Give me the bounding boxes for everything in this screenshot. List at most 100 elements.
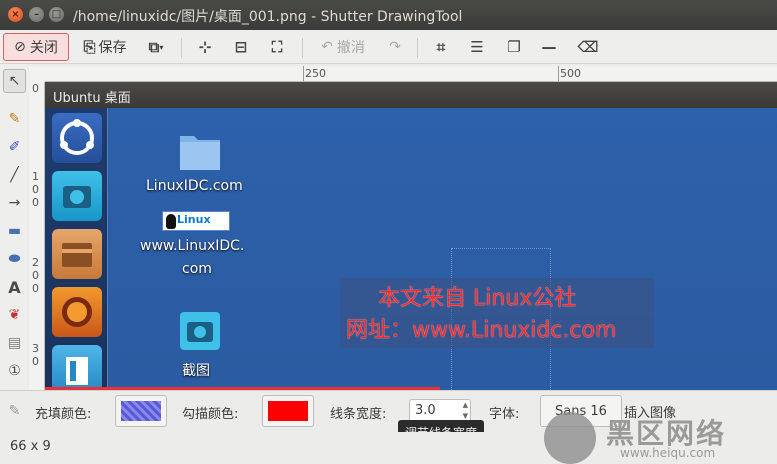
ruler-label: 0 <box>32 269 39 282</box>
ellipse-icon: ⬬ <box>8 251 21 267</box>
text-icon: A <box>8 277 21 297</box>
desktop-icon-label[interactable]: www.LinuxIDC. <box>140 238 244 254</box>
drawing-canvas[interactable]: Ubuntu 桌面 LinuxIDC.com Linux www.LinuxID… <box>45 82 777 390</box>
stroke-color-label: 勾描颜色: <box>182 407 239 422</box>
desktop-icon-label[interactable]: LinuxIDC.com <box>146 178 243 194</box>
highlighter-icon: ✐ <box>8 139 21 155</box>
desktop-title-bar: Ubuntu 桌面 <box>45 82 777 108</box>
ruler-label: 0 <box>32 282 39 295</box>
stroke-color-button[interactable] <box>262 395 314 427</box>
ruler-label: 3 <box>32 342 39 355</box>
pixelate-icon: ▤ <box>7 335 22 351</box>
brand-watermark: 黑区网络 www.heiqu.com <box>540 408 777 464</box>
close-button-label: 关闭 <box>29 40 58 56</box>
window-minimize-button[interactable]: – <box>29 7 44 22</box>
crop-button[interactable]: ⌗ <box>429 33 453 61</box>
save-button[interactable]: ⎘ 保存 <box>75 33 135 61</box>
line-width-value: 3.0 <box>415 403 436 418</box>
zoom-fit-icon: ⛶ <box>271 38 283 56</box>
tux-icon <box>166 214 176 229</box>
line-width-label: 线条宽度: <box>330 407 387 422</box>
ruler-label: 0 <box>32 82 39 95</box>
copy-icon: ❐ <box>507 38 521 56</box>
desktop-area: LinuxIDC.com Linux www.LinuxIDC. com 截图 … <box>108 108 777 390</box>
unity-launcher <box>45 108 108 390</box>
minus-icon: — <box>541 38 557 56</box>
toolbar-separator <box>302 38 303 58</box>
save-icon: ⎘ <box>83 38 96 56</box>
delete-button[interactable]: ⌫ <box>574 33 602 61</box>
censor-tool[interactable]: ❦ <box>3 303 26 327</box>
number-icon: ① <box>8 363 21 379</box>
export-menu-button[interactable]: ⧉ ▾ <box>142 33 170 61</box>
pointer-icon: ↖ <box>8 73 21 89</box>
ruler-tick <box>558 66 559 81</box>
font-label: 字体: <box>489 407 520 422</box>
watermark-box: 本文来自 Linux公社 网址：www.Linuxidc.com <box>340 278 654 348</box>
ruler-label: 2 <box>32 256 39 269</box>
camera-icon <box>180 312 220 350</box>
ruler-label: 0 <box>32 183 39 196</box>
fill-color-button[interactable] <box>115 395 167 427</box>
desktop-title: Ubuntu 桌面 <box>53 91 131 106</box>
select-tool[interactable]: ↖ <box>3 69 26 93</box>
spin-down-icon[interactable]: ▼ <box>463 412 468 420</box>
copy-button[interactable]: ❐ <box>503 33 525 61</box>
redo-button[interactable]: ↷ <box>384 33 406 61</box>
chevron-down-icon: ▾ <box>159 42 164 52</box>
arrow-tool[interactable]: → <box>3 191 26 215</box>
stroke-color-swatch <box>268 401 308 421</box>
rectangle-icon: ▬ <box>7 223 22 239</box>
text-tool[interactable]: A <box>3 275 26 299</box>
pixelate-tool[interactable]: ▤ <box>3 331 26 355</box>
align-button[interactable]: ☰ <box>466 33 488 61</box>
window-close-button[interactable]: × <box>8 7 23 22</box>
brand-logo-icon <box>544 412 596 464</box>
backspace-icon: ⌫ <box>577 38 599 56</box>
ruler-corner <box>29 66 45 82</box>
pencil-icon: ✎ <box>8 111 21 127</box>
ruler-label: 1 <box>32 170 39 183</box>
logo-text: Linux <box>177 213 211 226</box>
close-button[interactable]: ⊘ 关闭 <box>3 33 69 61</box>
desktop-icon-label[interactable]: 截图 <box>182 360 210 380</box>
toolbar-separator <box>417 38 418 58</box>
ruler-label: 0 <box>32 355 39 368</box>
main-toolbar: ⊘ 关闭 ⎘ 保存 ⧉ ▾ ⊹ ⊟ ⛶ ↶ 撤消 ↷ ⌗ ☰ ❐ — ⌫ <box>0 30 777 64</box>
spin-up-icon[interactable]: ▲ <box>463 401 468 409</box>
watermark-line1: 本文来自 Linux公社 <box>378 286 577 311</box>
zoom-fit-button[interactable]: ⛶ <box>266 33 288 61</box>
rectangle-tool[interactable]: ▬ <box>3 219 26 243</box>
window-title: /home/linuxidc/图片/桌面_001.png - Shutter D… <box>73 9 463 25</box>
align-icon: ☰ <box>470 38 484 56</box>
undo-button[interactable]: ↶ 撤消 <box>314 33 372 61</box>
files-app-icon <box>52 229 102 279</box>
ruler-label: 250 <box>305 67 326 80</box>
desktop-icon-label[interactable]: com <box>182 261 212 277</box>
zoom-out-icon: ⊟ <box>234 38 248 56</box>
line-tool[interactable]: ╱ <box>3 163 26 187</box>
pencil-tool[interactable]: ✎ <box>3 107 26 131</box>
save-button-label: 保存 <box>98 40 127 56</box>
watermark-line2: 网址：www.Linuxidc.com <box>346 318 617 343</box>
brand-url: www.heiqu.com <box>620 446 716 460</box>
number-tool[interactable]: ① <box>3 359 26 383</box>
zoom-out-button[interactable]: ⊟ <box>230 33 252 61</box>
window-maximize-button[interactable]: □ <box>49 7 64 22</box>
undo-button-label: 撤消 <box>336 40 365 56</box>
highlighter-tool[interactable]: ✐ <box>3 135 26 159</box>
ellipse-tool[interactable]: ⬬ <box>3 247 26 271</box>
selection-size: 66 x 9 <box>10 439 51 454</box>
zoom-in-icon: ⊹ <box>198 38 212 56</box>
title-bar: × – □ /home/linuxidc/图片/桌面_001.png - Shu… <box>0 0 777 30</box>
pen-icon: ✎ <box>8 403 21 419</box>
zoom-in-button[interactable]: ⊹ <box>194 33 216 61</box>
arrow-icon: → <box>8 195 21 211</box>
ruler-label: 500 <box>560 67 581 80</box>
ruler-label: 0 <box>32 196 39 209</box>
undo-icon: ↶ <box>321 39 333 55</box>
fill-color-label: 充填颜色: <box>35 407 92 422</box>
toolbar-separator <box>181 38 182 58</box>
minus-button[interactable]: — <box>538 33 560 61</box>
fill-color-swatch <box>121 401 161 421</box>
